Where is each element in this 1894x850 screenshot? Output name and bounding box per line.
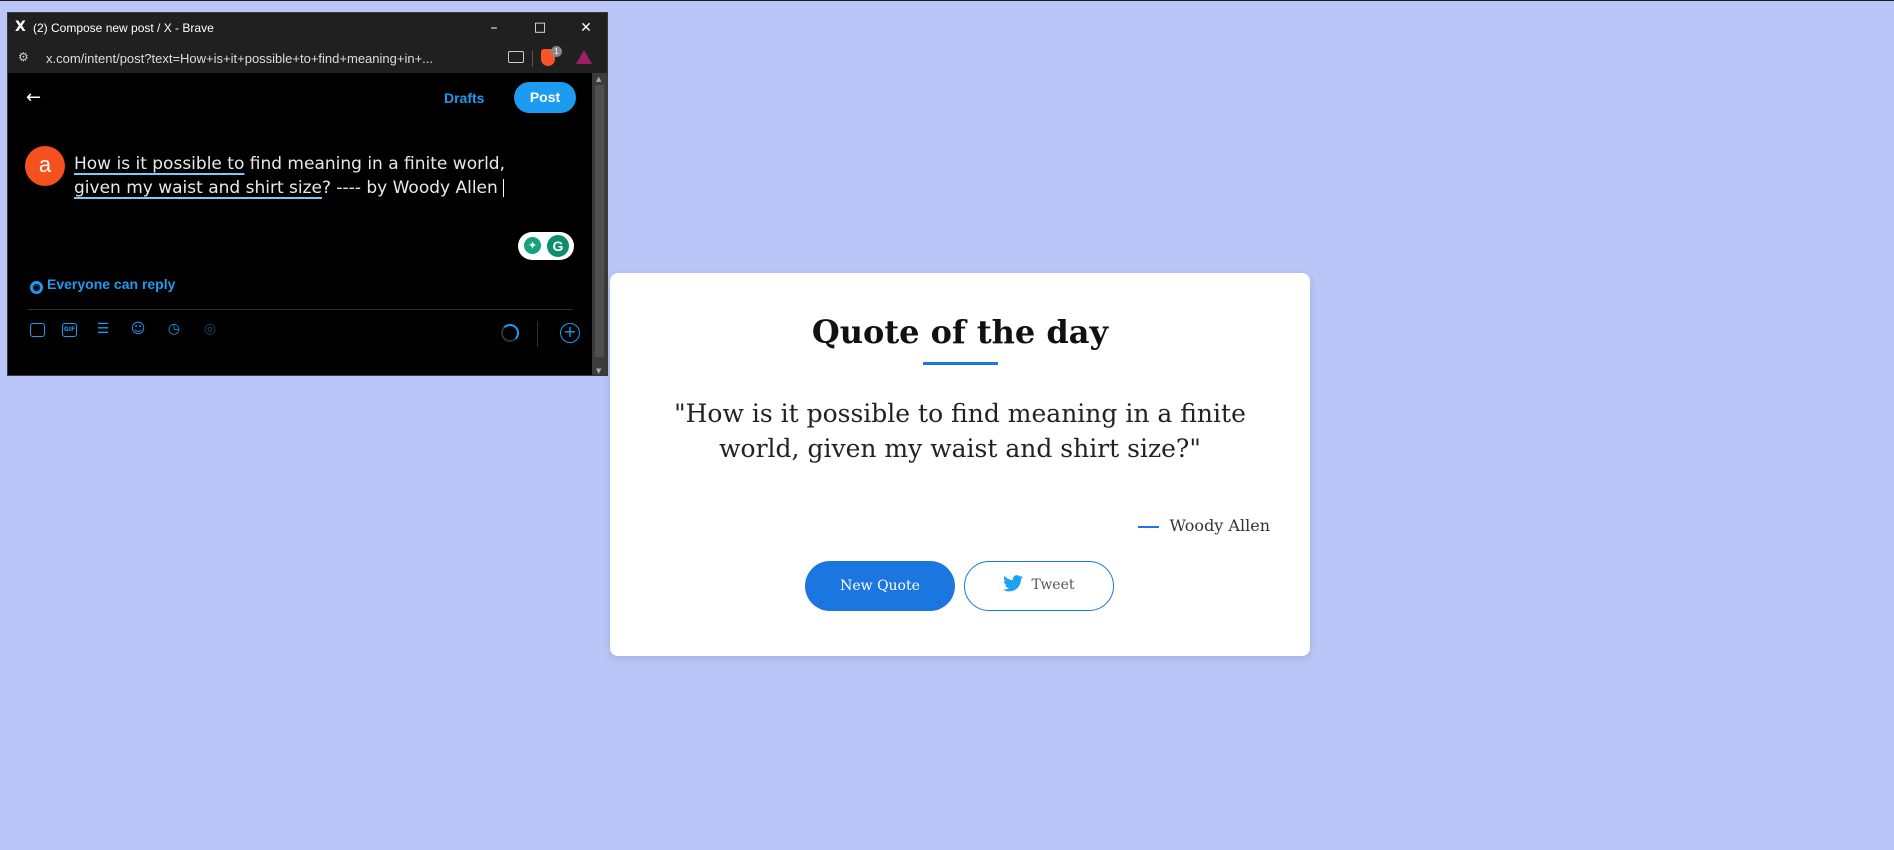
scroll-up-arrow-icon[interactable]: ▲ xyxy=(596,75,601,83)
text-plain-1: find meaning in a finite world, xyxy=(244,154,505,174)
avatar[interactable]: a xyxy=(25,146,65,186)
browser-popup-window: X (2) Compose new post / X - Brave – □ ✕… xyxy=(7,12,608,376)
gif-icon[interactable]: GIF xyxy=(62,323,77,337)
quote-card: Quote of the day "How is it possible to … xyxy=(610,273,1310,656)
grammarly-icon[interactable]: G xyxy=(547,235,569,257)
character-progress-ring xyxy=(501,324,519,342)
tweet-label: Tweet xyxy=(1031,577,1075,593)
new-quote-button[interactable]: New Quote xyxy=(805,561,955,611)
drafts-link[interactable]: Drafts xyxy=(444,90,484,106)
site-settings-icon[interactable]: ⚙ xyxy=(18,50,29,64)
toolbar-vertical-separator xyxy=(537,321,538,347)
text-underlined-1: How is it possible to xyxy=(74,154,245,174)
text-plain-2: ? ---- by Woody Allen xyxy=(321,178,498,198)
toolbar-separator xyxy=(532,51,533,67)
schedule-icon[interactable]: ◷ xyxy=(164,319,184,339)
add-post-icon[interactable]: + xyxy=(560,323,580,343)
x-logo-icon: X xyxy=(15,19,26,35)
screen-top-border xyxy=(0,0,1894,1)
compose-panel: ← Drafts Post a How is it possible to fi… xyxy=(8,73,593,375)
close-button[interactable]: ✕ xyxy=(563,13,607,43)
image-icon[interactable] xyxy=(30,323,45,337)
post-text-input[interactable]: How is it possible to find meaning in a … xyxy=(74,152,524,200)
back-arrow-icon[interactable]: ← xyxy=(26,87,41,108)
cast-icon[interactable] xyxy=(508,51,524,63)
card-title: Quote of the day xyxy=(811,313,1109,351)
toolbar-divider xyxy=(28,309,573,310)
window-title: (2) Compose new post / X - Brave xyxy=(33,21,214,35)
text-underlined-2: given my waist and shirt size xyxy=(74,178,322,198)
title-underline xyxy=(923,362,998,365)
quote-author: Woody Allen xyxy=(1138,516,1270,535)
twitter-bird-icon xyxy=(1003,575,1024,592)
address-bar: ⚙ x.com/intent/post?text=How+is+it+possi… xyxy=(8,43,607,73)
scrollbar-thumb[interactable] xyxy=(595,85,604,357)
post-button[interactable]: Post xyxy=(514,82,576,113)
poll-icon[interactable]: ☰ xyxy=(93,319,113,339)
tweet-button[interactable]: Tweet xyxy=(964,561,1114,611)
quote-text: "How is it possible to find meaning in a… xyxy=(674,399,1246,463)
url-field[interactable]: x.com/intent/post?text=How+is+it+possibl… xyxy=(46,51,433,66)
text-caret xyxy=(502,179,504,197)
reply-setting[interactable]: ◉ Everyone can reply xyxy=(30,276,175,294)
shields-count-badge: 1 xyxy=(551,46,562,57)
scrollbar[interactable]: ▲ ▼ xyxy=(592,73,607,375)
brave-rewards-icon[interactable] xyxy=(576,50,592,64)
lightbulb-icon[interactable]: ✦ xyxy=(524,237,541,254)
grammarly-widget[interactable]: ✦ G xyxy=(518,232,574,260)
maximize-button[interactable]: □ xyxy=(517,13,563,43)
minimize-button[interactable]: – xyxy=(471,13,517,43)
globe-icon: ◉ xyxy=(30,281,43,294)
author-dash xyxy=(1138,525,1160,528)
scroll-down-arrow-icon[interactable]: ▼ xyxy=(596,367,601,375)
emoji-icon[interactable]: ☺ xyxy=(128,319,148,339)
location-icon: ◎ xyxy=(203,321,217,337)
title-bar: X (2) Compose new post / X - Brave – □ ✕ xyxy=(8,13,607,43)
author-name: Woody Allen xyxy=(1169,516,1270,535)
reply-setting-label: Everyone can reply xyxy=(47,276,176,292)
